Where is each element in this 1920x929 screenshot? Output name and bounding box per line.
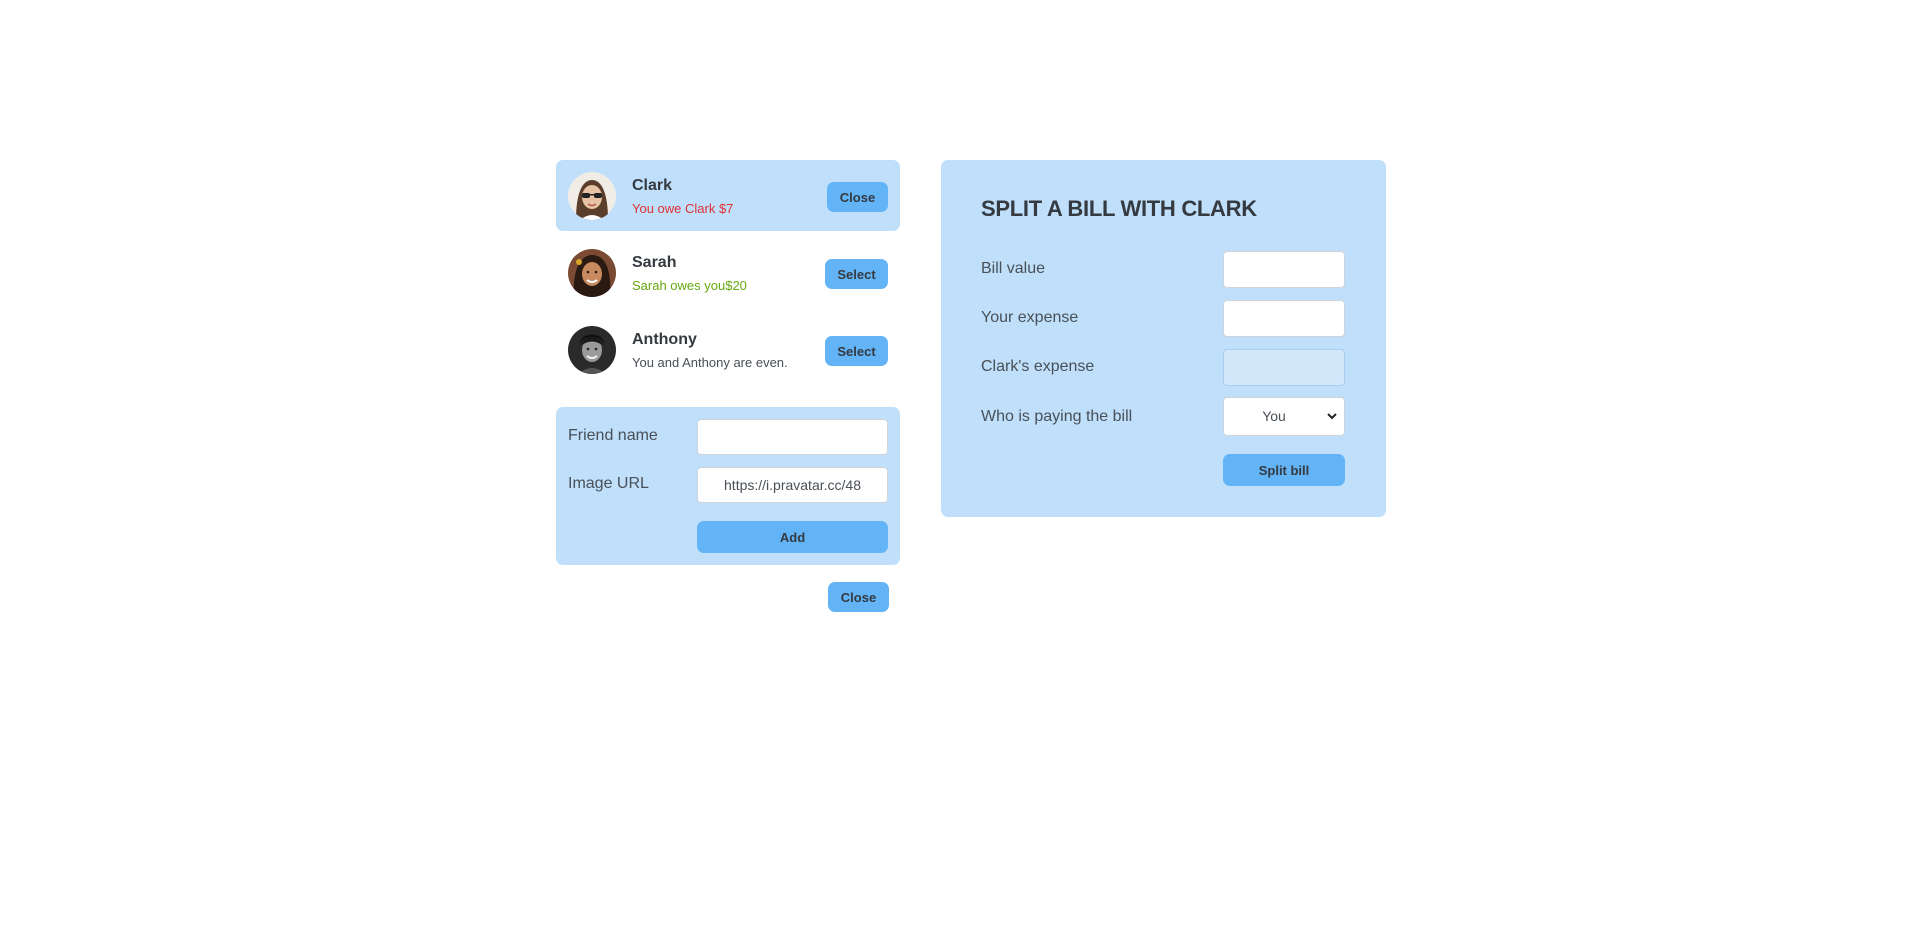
friend-name: Sarah (632, 254, 677, 271)
friend-expense-label: Clark's expense (981, 358, 1095, 375)
bill-value-input[interactable] (1223, 251, 1345, 288)
chevron-down-icon (1327, 413, 1337, 420)
your-expense-input[interactable] (1223, 300, 1345, 337)
payer-label: Who is paying the bill (981, 408, 1133, 425)
friend-expense-input (1223, 349, 1345, 386)
avatar-clark (568, 172, 616, 220)
add-friend-form: Friend name Image URL Add (556, 407, 900, 565)
close-friend-button[interactable]: Close (827, 182, 888, 212)
split-bill-button[interactable]: Split bill (1223, 454, 1345, 486)
split-bill-title: SPLIT A BILL WITH CLARK (981, 196, 1257, 221)
friends-list: Clark You owe Clark $7 Close Sarah Sarah… (556, 160, 900, 391)
friend-name-label: Friend name (568, 427, 658, 444)
friend-name: Anthony (632, 331, 697, 348)
your-expense-label: Your expense (981, 309, 1079, 326)
friend-balance: Sarah owes you$20 (632, 278, 747, 293)
friend-item-clark: Clark You owe Clark $7 Close (556, 160, 900, 231)
avatar-anthony (568, 326, 616, 374)
select-friend-button[interactable]: Select (825, 336, 888, 366)
friend-name: Clark (632, 177, 673, 194)
bill-value-label: Bill value (981, 260, 1046, 277)
avatar-sarah (568, 249, 616, 297)
image-url-label: Image URL (568, 475, 649, 492)
close-add-form-button[interactable]: Close (828, 582, 889, 612)
split-bill-form: SPLIT A BILL WITH CLARK Bill value Your … (941, 160, 1386, 517)
add-friend-button[interactable]: Add (697, 521, 888, 553)
payer-select[interactable]: You (1223, 397, 1345, 436)
image-url-input[interactable] (697, 467, 888, 503)
payer-select-value: You (1262, 408, 1286, 424)
friend-balance: You owe Clark $7 (632, 201, 734, 216)
friend-name-input[interactable] (697, 419, 888, 455)
select-friend-button[interactable]: Select (825, 259, 888, 289)
friend-balance: You and Anthony are even. (632, 355, 788, 370)
friend-item-sarah: Sarah Sarah owes you$20 Select (556, 237, 900, 308)
friend-item-anthony: Anthony You and Anthony are even. Select (556, 314, 900, 385)
